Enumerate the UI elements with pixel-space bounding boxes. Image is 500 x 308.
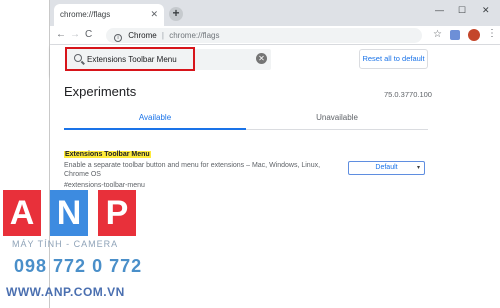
browser-toolbar: → → C i Chrome | chrome://flags ☆ ⋮ (50, 26, 500, 45)
minimize-icon[interactable]: — (435, 5, 444, 15)
logo-phone: 098 772 0 772 (14, 256, 143, 276)
tab-title: chrome://flags (60, 10, 111, 19)
chevron-down-icon: ▾ (416, 165, 420, 171)
back-icon[interactable]: → (56, 29, 66, 40)
tab-available[interactable]: Available (64, 113, 246, 122)
logo-letter-n: N (50, 190, 88, 236)
reset-all-button[interactable]: Reset all to default (359, 49, 428, 69)
scheme-label: Chrome (128, 31, 157, 40)
logo-letter-a: A (3, 190, 41, 236)
tab-flags[interactable]: chrome://flags ✕ (54, 4, 164, 26)
chrome-menu-icon[interactable]: ⋮ (487, 28, 497, 39)
maximize-icon[interactable]: ☐ (458, 5, 466, 16)
logo-tagline: MÁY TÍNH - CAMERA (12, 239, 119, 249)
forward-icon[interactable]: → (70, 29, 80, 40)
version-label: 75.0.3770.100 (384, 90, 432, 99)
clear-search-icon[interactable]: ✕ (256, 53, 267, 64)
highlight-box (65, 47, 195, 71)
bookmark-star-icon[interactable]: ☆ (433, 29, 442, 40)
profile-avatar[interactable] (468, 29, 480, 41)
new-tab-button[interactable]: + (169, 7, 183, 21)
address-url: chrome://flags (169, 31, 220, 40)
page-title: Experiments (64, 84, 137, 99)
address-separator: | (161, 31, 164, 40)
select-value: Default (375, 164, 398, 171)
flags-header: Extensions Toolbar Menu ✕ Reset all to d… (50, 45, 500, 75)
watermark-logo: A N P MÁY TÍNH - CAMERA 098 772 0 772 WW… (0, 188, 158, 308)
experiment-description: Enable a separate toolbar button and men… (64, 162, 321, 178)
tab-strip: chrome://flags ✕ + — ☐ ✕ (50, 0, 500, 26)
tab-unavailable[interactable]: Unavailable (246, 113, 428, 122)
extension-icon[interactable] (450, 30, 460, 40)
experiment-state-select[interactable]: Default ▾ (348, 161, 425, 175)
window-close-icon[interactable]: ✕ (482, 5, 490, 16)
tab-close-icon[interactable]: ✕ (150, 9, 158, 20)
logo-letter-p: P (98, 190, 136, 236)
reload-icon[interactable]: C (85, 29, 92, 40)
screenshot: chrome://flags ✕ + — ☐ ✕ → → C i Chrome … (0, 0, 500, 308)
site-info-icon[interactable]: i (114, 34, 122, 42)
experiment-name: Extensions Toolbar Menu (64, 151, 151, 158)
logo-url: WWW.ANP.COM.VN (6, 285, 125, 299)
address-bar[interactable]: i Chrome | chrome://flags (106, 28, 422, 43)
active-tab-indicator (64, 128, 246, 130)
